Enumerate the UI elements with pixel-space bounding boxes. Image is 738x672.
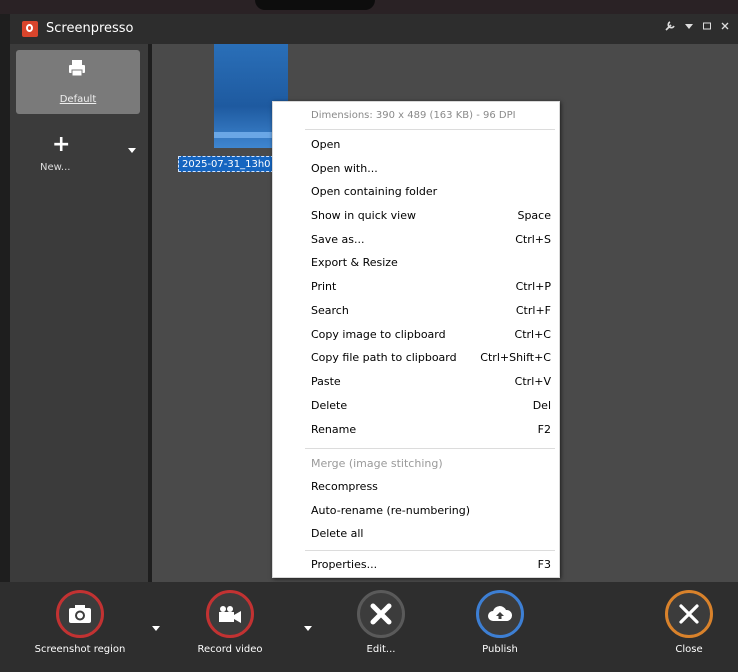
menu-item-shortcut: Space [517,209,551,222]
title-bar: Screenpresso [10,14,738,44]
menu-item-label: Open with... [311,162,378,175]
menu-item-label: Open [311,138,341,151]
printer-icon [69,60,85,77]
profile-new-label: New... [40,162,71,173]
video-camera-icon [219,606,241,623]
edit-label: Edit... [366,644,396,655]
screenshot-dropdown-arrow[interactable] [152,626,160,631]
menu-item-label: Merge (image stitching) [311,457,443,470]
menu-item-label: Paste [311,375,341,388]
menu-item-label: Open containing folder [311,185,438,198]
menu-item-recompress[interactable]: Recompress [311,476,551,498]
menu-item-label: Save as... [311,233,365,246]
screenshot-region-button[interactable]: Screenshot region [25,590,135,655]
menu-item-copy-path[interactable]: Copy file path to clipboard Ctrl+Shift+C [311,347,551,369]
tools-cross-icon [370,603,392,625]
menu-item-open-with[interactable]: Open with... [311,158,551,180]
edit-circle [357,590,405,638]
menu-item-label: Rename [311,423,357,436]
menu-item-shortcut: F3 [537,558,551,571]
menu-item-shortcut: F2 [537,423,551,436]
new-profile-dropdown-arrow[interactable] [128,148,136,153]
menu-separator [305,129,555,130]
menu-item-properties[interactable]: Properties... F3 [311,554,551,576]
menu-item-label: Copy image to clipboard [311,328,446,341]
top-strip [0,0,738,14]
menu-item-paste[interactable]: Paste Ctrl+V [311,371,551,393]
menu-item-shortcut: Ctrl+Shift+C [480,351,551,364]
record-dropdown-arrow[interactable] [304,626,312,631]
publish-label: Publish [482,644,518,655]
menu-separator [305,550,555,551]
menu-item-search[interactable]: Search Ctrl+F [311,300,551,322]
menu-item-quick-view[interactable]: Show in quick view Space [311,205,551,227]
menu-item-shortcut: Ctrl+S [515,233,551,246]
restore-icon[interactable] [702,20,712,35]
menu-item-shortcut: Ctrl+P [515,280,551,293]
close-icon[interactable] [720,20,730,35]
menu-item-label: Delete all [311,527,364,540]
profile-default[interactable]: Default [16,50,140,114]
edit-button[interactable]: Edit... [326,590,436,655]
screenshot-region-label: Screenshot region [34,644,126,655]
menu-item-shortcut: Del [532,399,551,412]
screenshot-circle [56,590,104,638]
menu-item-label: Copy file path to clipboard [311,351,457,364]
close-circle [665,590,713,638]
menu-item-label: Show in quick view [311,209,416,222]
background-shape [255,0,375,10]
plus-icon: + [52,132,71,157]
menu-item-label: Search [311,304,349,317]
menu-separator [305,448,555,449]
menu-item-label: Export & Resize [311,256,398,269]
chevron-down-icon[interactable] [684,20,694,35]
app-logo-icon [22,21,38,37]
close-x-icon [679,604,699,624]
menu-item-shortcut: Ctrl+V [514,375,551,388]
bottom-toolbar: Screenshot region Record video Edit... P… [0,582,738,672]
menu-item-copy-image[interactable]: Copy image to clipboard Ctrl+C [311,324,551,346]
close-label: Close [675,644,703,655]
app-title: Screenpresso [46,21,134,36]
menu-item-label: Auto-rename (re-numbering) [311,504,470,517]
record-video-label: Record video [197,644,263,655]
window-controls [664,20,730,35]
camera-icon [69,605,91,623]
menu-item-label: Recompress [311,480,378,493]
publish-button[interactable]: Publish [445,590,555,655]
menu-item-delete-all[interactable]: Delete all [311,523,551,545]
menu-item-export-resize[interactable]: Export & Resize [311,252,551,274]
tools-icon[interactable] [664,20,676,35]
thumbnail-filename[interactable]: 2025-07-31_13h0 [178,156,274,172]
menu-item-open[interactable]: Open [311,134,551,156]
cloud-upload-icon [488,606,513,621]
record-circle [206,590,254,638]
menu-item-label: Print [311,280,337,293]
menu-item-label: Delete [311,399,348,412]
menu-item-print[interactable]: Print Ctrl+P [311,276,551,298]
profile-new[interactable]: + New... [30,132,90,192]
context-menu: Dimensions: 390 x 489 (163 KB) - 96 DPI … [272,101,560,578]
menu-item-merge: Merge (image stitching) [311,453,551,475]
menu-item-rename[interactable]: Rename F2 [311,419,551,441]
profile-sidebar: Default + New... [10,44,148,582]
menu-item-auto-rename[interactable]: Auto-rename (re-numbering) [311,500,551,522]
close-button[interactable]: Close [634,590,738,655]
profile-default-label: Default [59,94,97,105]
record-video-button[interactable]: Record video [175,590,285,655]
menu-item-shortcut: Ctrl+F [515,304,551,317]
menu-header-dimensions: Dimensions: 390 x 489 (163 KB) - 96 DPI [311,110,516,121]
menu-item-shortcut: Ctrl+C [514,328,551,341]
publish-circle [476,590,524,638]
menu-item-save-as[interactable]: Save as... Ctrl+S [311,229,551,251]
menu-item-delete[interactable]: Delete Del [311,395,551,417]
menu-item-open-folder[interactable]: Open containing folder [311,181,551,203]
menu-item-label: Properties... [311,558,378,571]
